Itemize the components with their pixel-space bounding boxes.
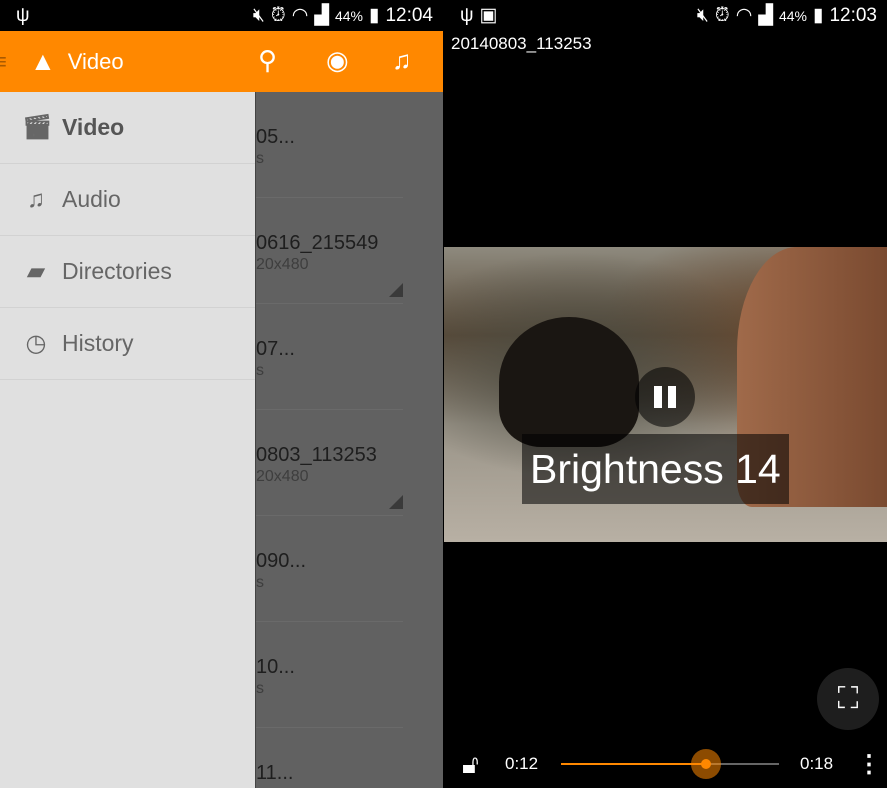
pause-icon — [654, 386, 662, 408]
item-sub: s — [256, 150, 264, 167]
list-item[interactable]: 05... s — [256, 92, 403, 198]
battery-icon: ▮ — [368, 5, 380, 26]
clapperboard-icon: 🎬︎ — [22, 114, 53, 141]
item-sub: 20x480 — [256, 468, 309, 485]
video-list: 05... s 0616_215549 20x480 07... s 0803_113… — [256, 92, 443, 784]
drawer-item-video[interactable]: 🎬︎ Video — [0, 92, 255, 164]
total-time: 0:18 — [800, 754, 834, 773]
list-item[interactable]: 07... s — [256, 304, 403, 410]
pause-icon — [668, 386, 676, 408]
wifi-icon: ◠ — [735, 5, 753, 26]
app-bar: ≡ ▲ Video ⚲ ◉ ♫ — [0, 31, 443, 92]
mute-icon: 🔇︎ — [252, 4, 265, 26]
music-note-icon: ♫ — [27, 185, 45, 213]
item-title: 10... — [256, 656, 295, 678]
aspect-ratio-button[interactable]: ⛶ — [817, 668, 879, 730]
drawer-item-label: Directories — [62, 258, 172, 284]
clock: 12:03 — [829, 4, 877, 26]
drawer-item-directories[interactable]: ▰ Directories — [0, 236, 255, 308]
item-sub: s — [256, 680, 264, 697]
navigation-drawer: 🎬︎ Video ♫ Audio ▰ Directories ◷ History — [0, 92, 256, 788]
folder-icon: ▰ — [26, 258, 46, 285]
mute-icon: 🔇︎ — [696, 4, 709, 26]
item-menu-icon[interactable] — [389, 495, 403, 509]
video-frame[interactable]: Brightness 14 — [444, 247, 887, 542]
signal-icon: ▟ — [758, 5, 773, 26]
pause-button[interactable] — [635, 367, 695, 427]
wifi-icon: ◠ — [291, 5, 309, 26]
alarm-icon: ⏰︎ — [714, 4, 730, 26]
list-item[interactable]: 090... s — [256, 516, 403, 622]
item-sub: s — [256, 574, 264, 591]
drawer-item-audio[interactable]: ♫ Audio — [0, 164, 255, 236]
player-controls: 🔓︎ 0:12 0:18 ⋮ — [444, 745, 887, 785]
item-title: 11... — [256, 762, 294, 784]
image-icon: ▣ — [479, 5, 498, 26]
search-icon[interactable]: ⚲ — [258, 45, 277, 76]
seek-progress — [561, 763, 707, 765]
stream-icon[interactable]: ◉ — [326, 45, 349, 76]
item-menu-icon[interactable] — [389, 283, 403, 297]
status-bar: ψ ▣ 🔇︎ ⏰︎ ◠ ▟ 44% ▮ 12:03 — [444, 0, 887, 31]
current-time: 0:12 — [505, 754, 539, 773]
video-content-dog — [499, 317, 639, 447]
battery-icon: ▮ — [812, 5, 824, 26]
item-title: 05... — [256, 126, 295, 148]
app-title: Video — [67, 48, 124, 74]
seek-bar[interactable] — [561, 749, 779, 779]
more-options-icon[interactable]: ⋮ — [857, 750, 881, 779]
item-title: 0803_113253 — [256, 444, 377, 466]
clock-icon: ◷ — [25, 330, 47, 357]
menu-icon[interactable]: ≡ — [0, 49, 7, 75]
drawer-item-label: Video — [62, 114, 125, 140]
list-item[interactable]: 0803_113253 20x480 — [256, 410, 403, 516]
signal-icon: ▟ — [314, 5, 329, 26]
battery-percent: 44% — [334, 7, 363, 24]
item-sub: 20x480 — [256, 256, 309, 273]
battery-percent: 44% — [778, 7, 807, 24]
usb-icon: ψ — [460, 4, 474, 26]
clock: 12:04 — [385, 4, 433, 26]
list-item[interactable]: 0616_215549 20x480 — [256, 198, 403, 304]
drawer-item-label: Audio — [62, 186, 121, 212]
status-bar: ψ 🔇︎ ⏰︎ ◠ ▟ 44% ▮ 12:04 — [0, 0, 443, 31]
drawer-item-label: History — [62, 330, 134, 356]
item-sub: s — [256, 362, 264, 379]
playlist-repeat-icon[interactable]: ♫ — [392, 45, 412, 76]
unlock-icon[interactable]: 🔓︎ — [462, 749, 479, 781]
vlc-cone-icon: ▲ — [30, 46, 56, 76]
item-title: 0616_215549 — [256, 232, 379, 254]
list-item[interactable]: 11... — [256, 728, 403, 784]
video-filename: 20140803_113253 — [451, 34, 592, 53]
item-title: 090... — [256, 550, 307, 572]
alarm-icon: ⏰︎ — [270, 4, 286, 26]
video-player-screen: ψ ▣ 🔇︎ ⏰︎ ◠ ▟ 44% ▮ 12:03 20140803_11325… — [444, 0, 887, 788]
item-title: 07... — [256, 338, 295, 360]
vlc-library-screen: ψ 🔇︎ ⏰︎ ◠ ▟ 44% ▮ 12:04 ≡ ▲ Video ⚲ ◉ ♫ … — [0, 0, 443, 788]
drawer-item-history[interactable]: ◷ History — [0, 308, 255, 380]
usb-icon: ψ — [16, 4, 30, 26]
list-item[interactable]: 10... s — [256, 622, 403, 728]
crop-icon: ⛶ — [837, 682, 859, 715]
seek-thumb[interactable] — [691, 749, 722, 779]
brightness-overlay: Brightness 14 — [522, 434, 789, 504]
